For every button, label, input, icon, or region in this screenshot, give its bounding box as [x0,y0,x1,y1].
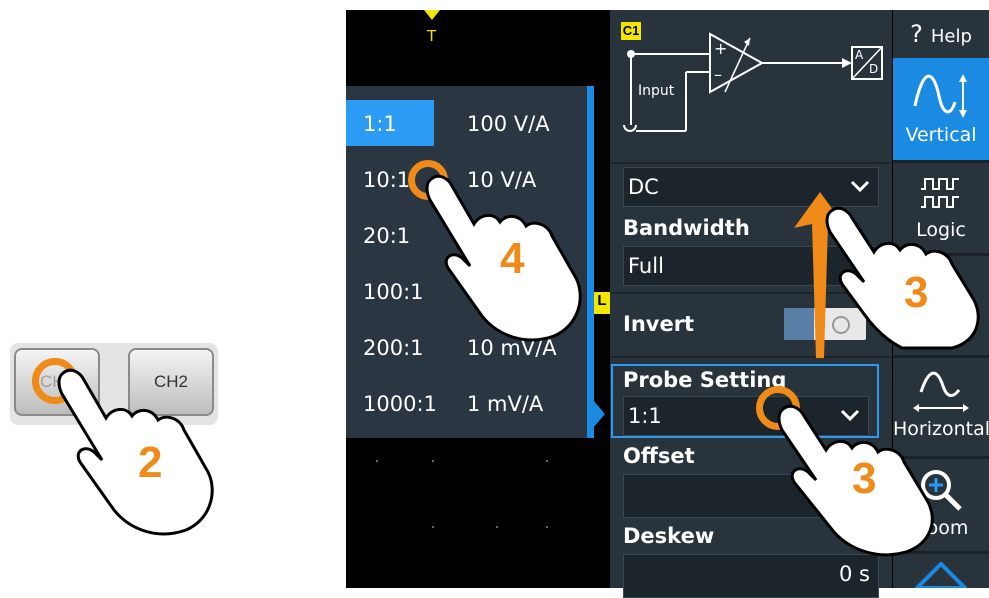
probe-ratio-value: 10:1 [363,168,411,192]
probe-ratio-value: 1000:1 [363,392,437,416]
coupling-value: DC [628,175,659,199]
vertical-label: Vertical [905,124,977,146]
probe-ratio-value: 20:1 [363,224,411,248]
svg-text:+: + [714,39,727,58]
probe-ratio-value: 1:1 [363,112,397,136]
step-number-3-tap: 3 [852,454,877,503]
step-number-2: 2 [138,438,163,487]
svg-text:–: – [714,65,722,84]
deskew-input[interactable]: 0 s [623,554,879,598]
trigger-marker-label: T [427,27,437,45]
probe-ratio-unit: 100 V/A [467,112,550,136]
probe-ratio-unit: 1 mV/A [467,392,544,416]
more-menu-icon[interactable] [915,562,967,588]
probe-ratio-option[interactable]: 1000:1 1 mV/A [346,376,587,434]
channel-diagram: C1 + – Input A D [610,10,892,164]
bandwidth-value: Full [628,254,664,278]
bandwidth-label: Bandwidth [623,216,750,240]
probe-setting-value: 1:1 [628,404,662,428]
probe-setting-label: Probe Setting [623,368,787,392]
help-label: Help [930,26,972,47]
dropdown-pointer-icon [593,400,605,428]
chevron-down-icon [850,180,870,193]
step-number-3-swipe: 3 [904,268,929,317]
level-marker: L [594,292,610,314]
adc-d-label: D [869,62,879,76]
deskew-value: 0 s [839,562,870,586]
help-icon: ? [910,20,923,48]
pointing-hand-icon [825,206,980,350]
deskew-label: Deskew [623,524,715,548]
step-number-4: 4 [500,234,525,283]
offset-label: Offset [623,444,695,468]
vertical-sine-icon [913,74,967,118]
pointing-hand-icon [57,368,214,536]
adc-a-label: A [855,48,864,62]
probe-ratio-option[interactable]: 1:1 100 V/A [346,96,587,154]
invert-label: Invert [623,312,695,336]
help-button[interactable]: ? Help [893,20,989,60]
vertical-button[interactable]: Vertical [893,58,989,160]
diagram-input-label: Input [638,83,675,99]
